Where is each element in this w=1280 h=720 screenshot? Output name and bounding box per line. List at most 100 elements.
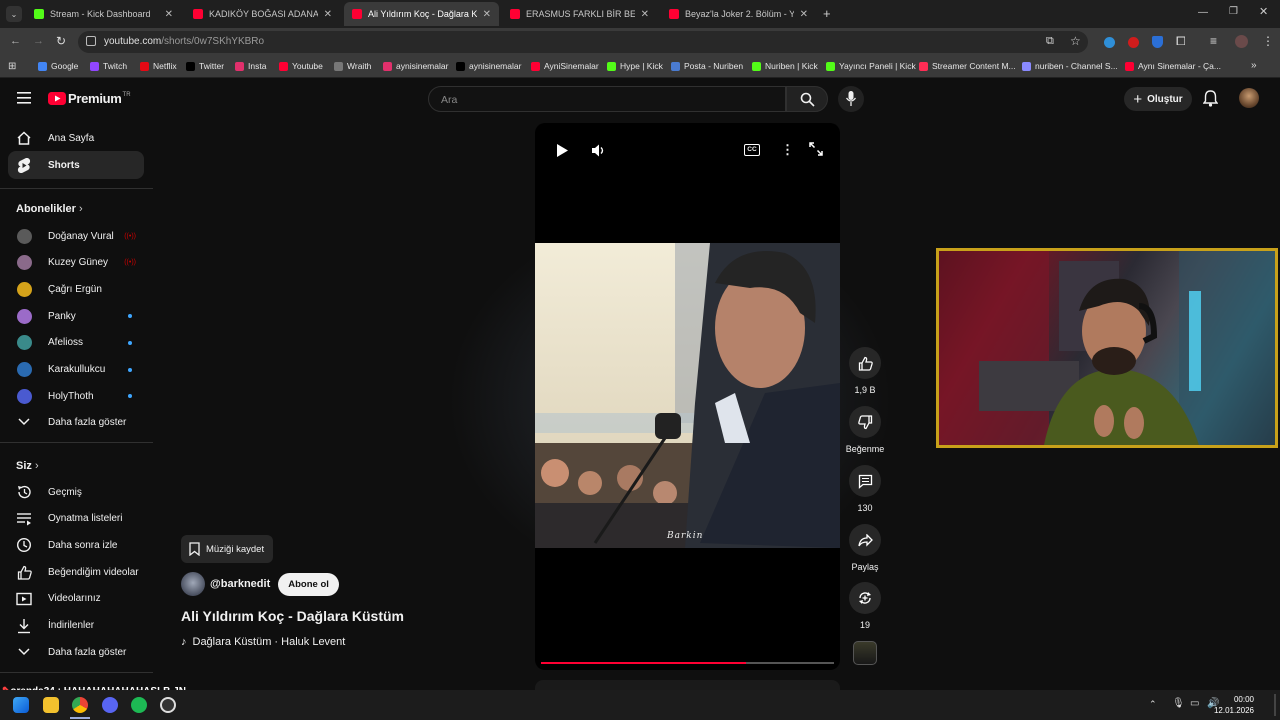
sidebar-item-you[interactable]: İndirilenler <box>8 612 144 640</box>
browser-tab[interactable]: KADIKÖY BOĞASI ADANA YÜREĞİ ✕ <box>185 2 340 26</box>
windows-start-icon[interactable] <box>13 697 29 713</box>
back-icon[interactable]: ← <box>10 35 21 47</box>
sidebar-item-you[interactable]: Oynatma listeleri <box>8 505 144 533</box>
subscription-item[interactable]: Karakullukcu <box>8 356 144 384</box>
tray-network-icon[interactable]: ▭ <box>1190 698 1199 709</box>
dislike-button[interactable] <box>849 406 881 438</box>
reload-icon[interactable]: ↻ <box>56 34 66 48</box>
share-button[interactable] <box>849 524 881 556</box>
you-heading[interactable]: Siz › <box>16 460 39 472</box>
fullscreen-button[interactable] <box>809 142 823 156</box>
video-title[interactable]: Ali Yıldırım Koç - Dağlara Küstüm <box>181 608 404 624</box>
browser-tab[interactable]: Stream - Kick Dashboard ✕ <box>26 2 181 26</box>
bookmark-item[interactable]: Twitch <box>90 61 127 71</box>
bookmark-item[interactable]: Yayıncı Paneli | Kick <box>826 61 916 71</box>
song-link[interactable]: ♪ Dağlara Küstüm · Haluk Levent <box>181 636 345 648</box>
bookmark-item[interactable]: Wraith <box>334 61 371 71</box>
subscriptions-heading[interactable]: Abonelikler › <box>16 203 83 215</box>
subscription-item[interactable]: Kuzey Güney ((•)) <box>8 249 144 277</box>
bookmark-item[interactable]: Google <box>38 61 78 71</box>
tray-microphone-icon[interactable]: 🎙 <box>1172 698 1185 709</box>
close-window-button[interactable]: ✕ <box>1259 5 1268 18</box>
browser-menu-icon[interactable]: ⋮ <box>1262 34 1274 48</box>
more-bookmarks-icon[interactable]: » <box>1251 60 1257 71</box>
site-info-icon[interactable] <box>86 36 96 46</box>
system-clock[interactable]: 00:00 12.01.2026 <box>1214 694 1254 716</box>
file-explorer-icon[interactable] <box>43 697 59 713</box>
sound-thumbnail[interactable] <box>853 641 877 665</box>
sidebar-item-you[interactable]: Daha sonra izle <box>8 531 144 559</box>
next-short-preview[interactable] <box>535 680 840 690</box>
bookmark-item[interactable]: AyniSinemalar <box>531 61 599 71</box>
tab-close-icon[interactable]: ✕ <box>165 9 173 20</box>
subscription-item[interactable]: Doğanay Vural ((•)) <box>8 222 144 250</box>
obs-icon[interactable] <box>160 697 176 713</box>
more-options-icon[interactable]: ⋮ <box>781 142 794 158</box>
bookmark-star-icon[interactable]: ☆ <box>1070 34 1081 48</box>
dislike-action[interactable]: Beğenme <box>845 406 885 454</box>
comments-action[interactable]: 130 <box>845 465 885 513</box>
comments-button[interactable] <box>849 465 881 497</box>
bookmark-item[interactable]: Netflix <box>140 61 177 71</box>
browser-tab[interactable]: Beyaz'la Joker 2. Bölüm - YouTube ✕ <box>661 2 816 26</box>
bookmark-item[interactable]: Insta <box>235 61 266 71</box>
sidebar-item-you[interactable]: Geçmiş <box>8 478 144 506</box>
bookmark-item[interactable]: Youtube <box>279 61 323 71</box>
profile-avatar[interactable] <box>1235 35 1248 48</box>
spotify-icon[interactable] <box>131 697 147 713</box>
sidebar-item-home[interactable]: Ana Sayfa <box>8 124 144 152</box>
subscriptions-show-more[interactable]: Daha fazla göster <box>8 408 144 436</box>
browser-tab[interactable]: Ali Yıldırım Koç - Dağlara Küstüm ✕ <box>344 2 499 26</box>
discord-icon[interactable] <box>102 697 118 713</box>
bookmark-item[interactable]: Posta - Nuriben <box>671 61 743 71</box>
video-progress-bar[interactable] <box>541 662 834 664</box>
youtube-premium-logo[interactable]: Premium TR <box>48 91 131 106</box>
show-desktop-button[interactable] <box>1274 694 1276 716</box>
bookmark-item[interactable]: Twitter <box>186 61 224 71</box>
new-tab-button[interactable]: + <box>823 6 831 21</box>
subscription-item[interactable]: Çağrı Ergün <box>8 275 144 303</box>
bookmark-item[interactable]: Hype | Kick <box>607 61 663 71</box>
subscribe-button[interactable]: Abone ol <box>278 572 339 596</box>
media-control-icon[interactable]: ≡ <box>1210 34 1217 48</box>
like-button[interactable] <box>849 347 881 379</box>
sidebar-item-you[interactable]: Daha fazla göster <box>8 638 144 666</box>
tray-chevron-up-icon[interactable]: ⌃ <box>1149 699 1157 710</box>
bookmark-item[interactable]: Nuriben | Kick <box>752 61 818 71</box>
omnibox[interactable]: youtube.com/shorts/0w7SKhYKBRo ⧉ ☆ <box>78 31 1088 53</box>
bookmark-item[interactable]: aynisinemalar <box>456 61 521 71</box>
tab-close-icon[interactable]: ✕ <box>641 9 649 20</box>
shorts-player[interactable]: CC ⋮ Barkin <box>535 123 840 670</box>
video-frame[interactable]: Barkin <box>535 243 840 548</box>
voice-search-button[interactable] <box>838 86 864 112</box>
extension-icon-2[interactable] <box>1128 37 1139 48</box>
browser-tab[interactable]: ERASMUS FARKLI BİR BEDENDE ✕ <box>502 2 657 26</box>
create-button[interactable]: + Oluştur <box>1124 87 1192 111</box>
minimize-button[interactable]: — <box>1198 7 1208 18</box>
restore-button[interactable]: ❐ <box>1229 6 1238 17</box>
subscription-item[interactable]: Panky <box>8 302 144 330</box>
extension-icon-1[interactable] <box>1104 37 1115 48</box>
install-app-icon[interactable]: ⧉ <box>1046 35 1054 48</box>
remix-button[interactable] <box>849 582 881 614</box>
play-button[interactable] <box>556 143 569 158</box>
volume-button[interactable] <box>591 143 606 158</box>
tab-close-icon[interactable]: ✕ <box>483 9 491 20</box>
bookmark-item[interactable]: Streamer Content M... <box>919 61 1016 71</box>
subscription-item[interactable]: Afelioss <box>8 329 144 357</box>
extension-icon-3[interactable] <box>1152 36 1163 48</box>
extensions-puzzle-icon[interactable]: ⧠ <box>1176 34 1186 49</box>
forward-icon[interactable]: → <box>33 35 44 47</box>
sidebar-item-shorts[interactable]: Shorts <box>8 151 144 179</box>
chrome-icon[interactable] <box>72 697 88 713</box>
notifications-bell-icon[interactable] <box>1203 90 1218 107</box>
bookmark-item[interactable]: aynisinemalar <box>383 61 448 71</box>
like-action[interactable]: 1,9 B <box>845 347 885 395</box>
apps-grid-icon[interactable]: ⊞ <box>8 61 16 72</box>
share-action[interactable]: Paylaş <box>845 524 885 572</box>
subscription-item[interactable]: HolyThoth <box>8 382 144 410</box>
sidebar-item-you[interactable]: Beğendiğim videolar <box>8 558 144 586</box>
captions-icon[interactable]: CC <box>744 144 760 156</box>
search-button[interactable] <box>786 86 828 112</box>
bookmark-item[interactable]: Aynı Sinemalar - Ça... <box>1125 61 1221 71</box>
